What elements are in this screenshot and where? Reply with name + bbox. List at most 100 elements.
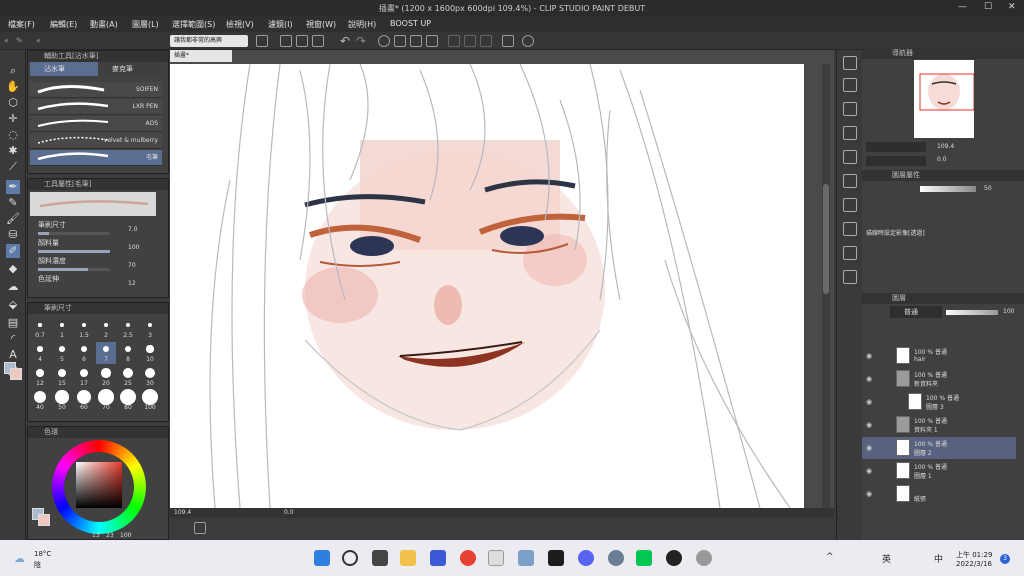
- layer-property-slider[interactable]: [920, 186, 976, 192]
- layer-row[interactable]: ◉ 100 % 普通 圖層 3: [862, 391, 1016, 413]
- panel-toggle-icon[interactable]: [194, 522, 206, 534]
- eraser-selection-icon[interactable]: [410, 35, 422, 47]
- material-icon[interactable]: [843, 246, 857, 260]
- text-tool-icon[interactable]: A: [6, 348, 20, 362]
- fill-bucket-icon[interactable]: ⬙: [6, 298, 20, 312]
- brush-size-cell[interactable]: 40: [30, 390, 50, 412]
- vertical-scrollbar-thumb[interactable]: [823, 184, 829, 294]
- selection-icon[interactable]: ◌: [6, 128, 20, 142]
- settings-icon[interactable]: [522, 35, 534, 47]
- brush-size-cell[interactable]: 0.7: [30, 318, 50, 340]
- material-icon[interactable]: [843, 102, 857, 116]
- blend-mode-select[interactable]: 普通: [890, 306, 942, 318]
- brush-size-cell[interactable]: 4: [30, 342, 50, 364]
- collapse-icon[interactable]: «: [4, 36, 9, 45]
- layer-folder[interactable]: ◉ 100 % 普通 新資料夾: [862, 368, 1016, 390]
- vertical-scrollbar[interactable]: [822, 64, 830, 508]
- canvas-tab[interactable]: 插畫*: [170, 50, 232, 62]
- deselect-icon[interactable]: [448, 35, 460, 47]
- material-icon[interactable]: [843, 222, 857, 236]
- app-icon[interactable]: [696, 550, 712, 566]
- property-slider[interactable]: [38, 268, 110, 271]
- brush-size-cell[interactable]: 3: [140, 318, 160, 340]
- layer-folder[interactable]: ◉ 100 % 普通 資料夾 1: [862, 414, 1016, 436]
- operation-icon[interactable]: ⬡: [6, 96, 20, 110]
- figure-icon[interactable]: ◜: [6, 332, 20, 346]
- layer-property-value[interactable]: 50: [984, 185, 992, 192]
- tab-pen[interactable]: 沾水筆: [30, 62, 98, 76]
- star-icon[interactable]: [843, 270, 857, 284]
- brush-size-cell[interactable]: 2.5: [118, 318, 138, 340]
- zoom-icon[interactable]: ⌕: [6, 64, 20, 78]
- menu-window[interactable]: 視窗(W): [306, 19, 336, 30]
- eye-icon[interactable]: ◉: [866, 490, 872, 498]
- property-slider[interactable]: [38, 250, 110, 253]
- eye-icon[interactable]: ◉: [866, 444, 872, 452]
- notification-badge[interactable]: 3: [1000, 554, 1010, 564]
- brush-size-cell[interactable]: 70: [96, 389, 116, 412]
- tab-marker[interactable]: 麥克筆: [98, 62, 162, 76]
- material-icon[interactable]: [843, 78, 857, 92]
- app-icon[interactable]: [488, 550, 504, 566]
- drawing-canvas[interactable]: [170, 64, 804, 508]
- brush-size-cell[interactable]: 17: [74, 366, 94, 388]
- redo-icon[interactable]: ↷: [356, 34, 366, 48]
- navigator-zoom-slider[interactable]: [866, 142, 926, 152]
- camera-icon[interactable]: [256, 35, 268, 47]
- brush-icon[interactable]: 🖌: [6, 212, 20, 226]
- navigator-rotation-slider[interactable]: [866, 156, 926, 166]
- line-icon[interactable]: [636, 550, 652, 566]
- collapse-icon[interactable]: «: [36, 36, 41, 45]
- eye-icon[interactable]: ◉: [866, 398, 872, 406]
- brush-size-cell[interactable]: 80: [118, 389, 138, 412]
- brush-size-cell[interactable]: 8: [118, 342, 138, 364]
- navigator-zoom-value[interactable]: 109.4: [937, 143, 954, 150]
- material-icon[interactable]: [843, 56, 857, 70]
- property-slider[interactable]: [38, 232, 110, 235]
- file-explorer-icon[interactable]: [400, 550, 416, 566]
- navigator-rotation-value[interactable]: 0.0: [937, 156, 947, 163]
- invert-selection-icon[interactable]: [464, 35, 476, 47]
- search-icon[interactable]: [342, 550, 358, 566]
- move-icon[interactable]: ✛: [6, 112, 20, 126]
- photos-icon[interactable]: [518, 550, 534, 566]
- settings-icon[interactable]: [608, 550, 624, 566]
- navigator-preview[interactable]: [914, 60, 975, 138]
- brush-size-cell[interactable]: 100: [140, 389, 160, 412]
- clock-date[interactable]: 2022/3/16: [956, 560, 992, 568]
- chevron-up-icon[interactable]: ^: [826, 552, 834, 562]
- export-icon[interactable]: [312, 35, 324, 47]
- menu-filter[interactable]: 濾鏡(I): [268, 19, 293, 30]
- gradient-icon[interactable]: ▤: [6, 316, 20, 330]
- property-value[interactable]: 7.0: [128, 226, 138, 233]
- canvas-zoom-readout[interactable]: 109.4: [174, 509, 191, 516]
- menu-boost-up[interactable]: BOOST UP: [390, 19, 431, 28]
- eyedropper-icon[interactable]: ⟋: [6, 160, 20, 174]
- eye-icon[interactable]: ◉: [866, 421, 872, 429]
- minimize-button[interactable]: —: [958, 2, 967, 12]
- menu-selection[interactable]: 選擇範圍(S): [172, 19, 215, 30]
- undo-icon[interactable]: ↶: [340, 34, 350, 48]
- menu-help[interactable]: 說明(H): [348, 19, 376, 30]
- brush-size-cell[interactable]: 6: [74, 342, 94, 364]
- airbrush-icon[interactable]: ⛁: [6, 228, 20, 242]
- brush-size-cell[interactable]: 60: [74, 389, 94, 412]
- menu-file[interactable]: 檔案(F): [8, 19, 35, 30]
- sub-color-swatch[interactable]: [10, 368, 22, 380]
- brush-size-cell[interactable]: 7: [96, 342, 116, 364]
- magic-wand-icon[interactable]: ✱: [6, 144, 20, 158]
- brush-size-cell[interactable]: 50: [52, 390, 72, 412]
- menu-layer[interactable]: 圖層(L): [132, 19, 159, 30]
- decoration-icon[interactable]: ✐: [6, 244, 20, 258]
- maximize-button[interactable]: ☐: [984, 2, 992, 12]
- hand-icon[interactable]: ✋: [6, 80, 20, 94]
- brush-size-cell[interactable]: 5: [52, 342, 72, 364]
- tooltip-button[interactable]: 讓我都非常的高興: [170, 35, 248, 47]
- property-value[interactable]: 70: [128, 262, 136, 269]
- fill-icon[interactable]: [394, 35, 406, 47]
- phone-icon[interactable]: [502, 35, 514, 47]
- eye-icon[interactable]: ◉: [866, 467, 872, 475]
- layer-row[interactable]: ◉ 100 % 普通 hair: [862, 345, 1016, 367]
- menu-edit[interactable]: 編輯(E): [50, 19, 77, 30]
- menu-view[interactable]: 檢視(V): [226, 19, 254, 30]
